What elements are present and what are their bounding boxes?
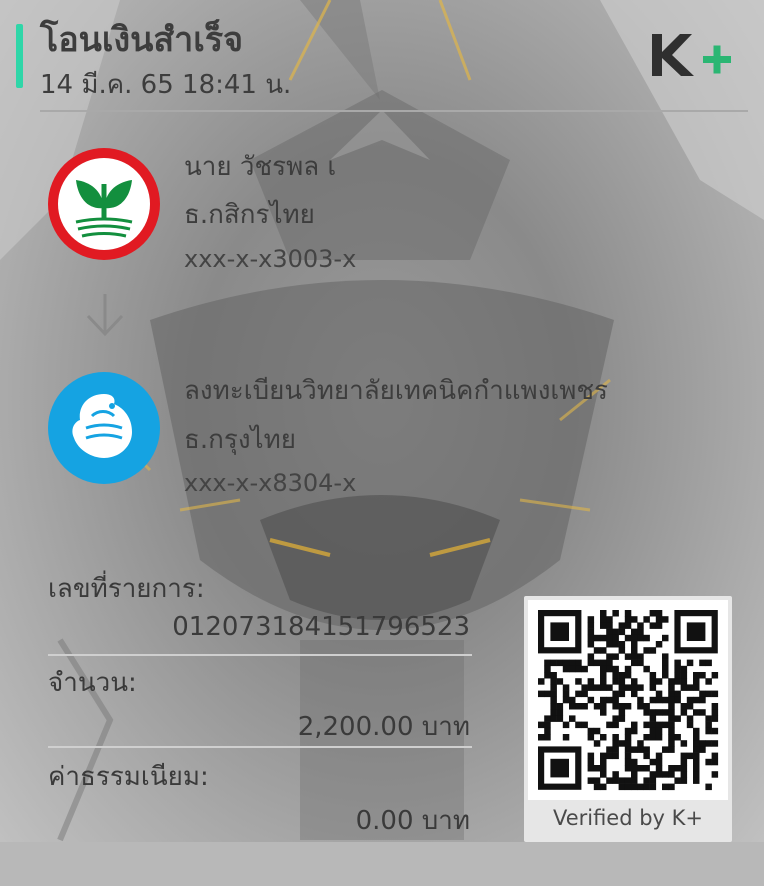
row-divider — [48, 746, 472, 748]
arrow-down-icon — [80, 290, 130, 340]
bottom-bar — [0, 842, 764, 886]
fee-value: 0.00 บาท — [355, 806, 470, 836]
amount-value: 2,200.00 บาท — [297, 712, 470, 742]
qr-code-icon[interactable] — [528, 600, 728, 800]
kplus-logo-icon — [648, 30, 738, 80]
receiver-name: ลงทะเบียนวิทยาลัยเทคนิคกำแพงเพชร — [184, 376, 609, 406]
receiver-account: xxx-x-x8304-x — [184, 469, 357, 497]
amount-label: จำนวน: — [48, 668, 137, 698]
sender-account: xxx-x-x3003-x — [184, 245, 357, 273]
fee-label: ค่าธรรมเนียม: — [48, 762, 209, 792]
reference-label: เลขที่รายการ: — [48, 574, 205, 604]
header-divider — [40, 110, 748, 112]
row-divider — [48, 654, 472, 656]
sender-bank: ธ.กสิกรไทย — [184, 200, 315, 230]
kasikorn-logo-icon — [48, 148, 160, 260]
receiver-bank: ธ.กรุงไทย — [184, 425, 296, 455]
verified-by-label: Verified by K+ — [552, 806, 704, 830]
reference-value: 012073184151796523 — [172, 612, 470, 642]
sender-name: นาย วัชรพล เ — [184, 152, 337, 182]
page-title: โอนเงินสำเร็จ — [40, 20, 244, 60]
transaction-datetime: 14 มี.ค. 65 18:41 น. — [40, 70, 292, 100]
header-accent-bar — [16, 24, 23, 88]
qr-verification-card: Verified by K+ — [524, 596, 732, 842]
krungthai-logo-icon — [48, 372, 160, 484]
